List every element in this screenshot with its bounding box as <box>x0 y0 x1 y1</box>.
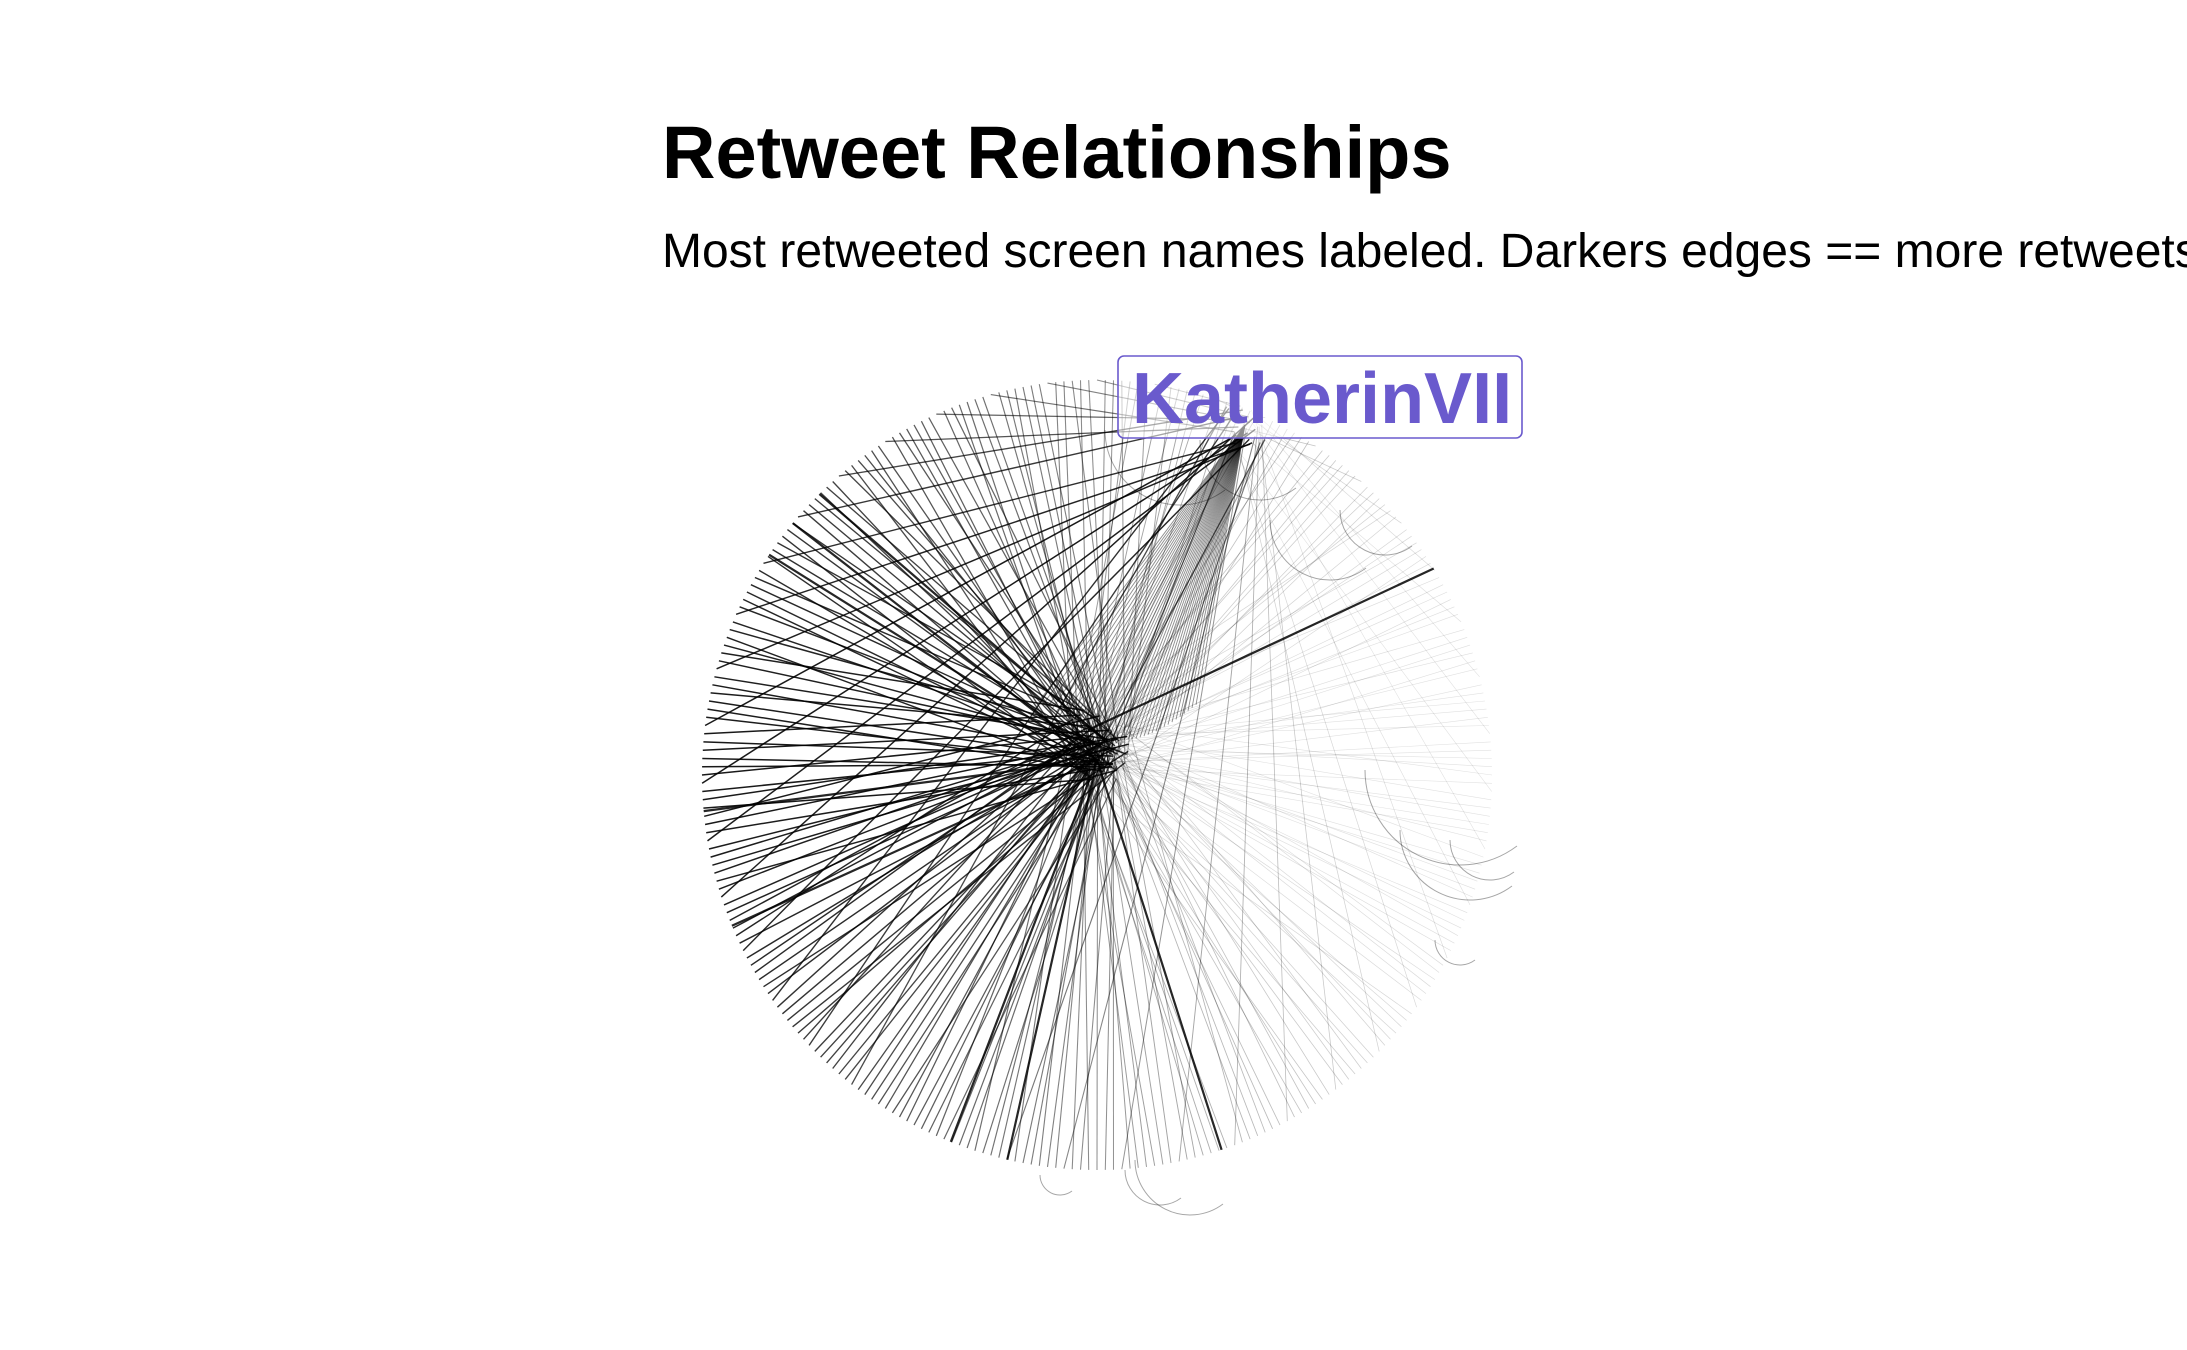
self-loop-arc <box>1134 1159 1224 1216</box>
edge <box>1102 722 1295 1118</box>
self-loop-arc <box>1039 1174 1073 1196</box>
edge <box>1097 712 1362 1069</box>
edge <box>718 660 1090 742</box>
edge <box>1120 756 1196 1158</box>
edge <box>1250 409 1448 959</box>
self-loop-arc <box>1364 769 1518 866</box>
edge <box>1112 758 1482 866</box>
self-loop-arc <box>1434 939 1476 966</box>
self-loop-arc <box>1449 839 1515 881</box>
edge <box>1071 730 1220 1151</box>
edge <box>1098 737 1402 1028</box>
edge <box>1106 738 1391 1040</box>
edge <box>1106 759 1374 1058</box>
edge <box>1107 762 1468 913</box>
edge <box>1084 756 1204 1156</box>
edge <box>1063 436 1256 1169</box>
edge <box>1098 735 1350 1080</box>
self-loop-arc <box>1339 509 1413 556</box>
self-loop-arc <box>1124 1169 1182 1206</box>
edge <box>1246 416 1491 734</box>
self-loop-layer <box>1039 429 1518 1216</box>
edge <box>1253 443 1462 623</box>
page: Retweet Relationships Most retweeted scr… <box>0 0 2187 1350</box>
edge <box>1257 416 1436 571</box>
edge-layer <box>701 379 1493 1171</box>
node-label-katherinvii[interactable]: KatherinVII <box>1132 359 1512 439</box>
edge <box>1079 380 1090 778</box>
edge <box>1111 424 1246 740</box>
edge <box>1030 757 1106 1165</box>
edge <box>814 766 1084 1052</box>
edge <box>1113 754 1188 1160</box>
retweet-network-graph: KatherinVII <box>701 355 1523 1216</box>
edge <box>1261 424 1288 1122</box>
edge <box>1100 752 1451 951</box>
edge <box>1080 750 1156 1166</box>
edge <box>1114 774 1273 1129</box>
label-layer: KatherinVII <box>1117 355 1523 439</box>
edge <box>1081 765 1323 1100</box>
edge <box>726 636 1084 771</box>
edge <box>1067 424 1246 721</box>
edge <box>742 438 1250 952</box>
